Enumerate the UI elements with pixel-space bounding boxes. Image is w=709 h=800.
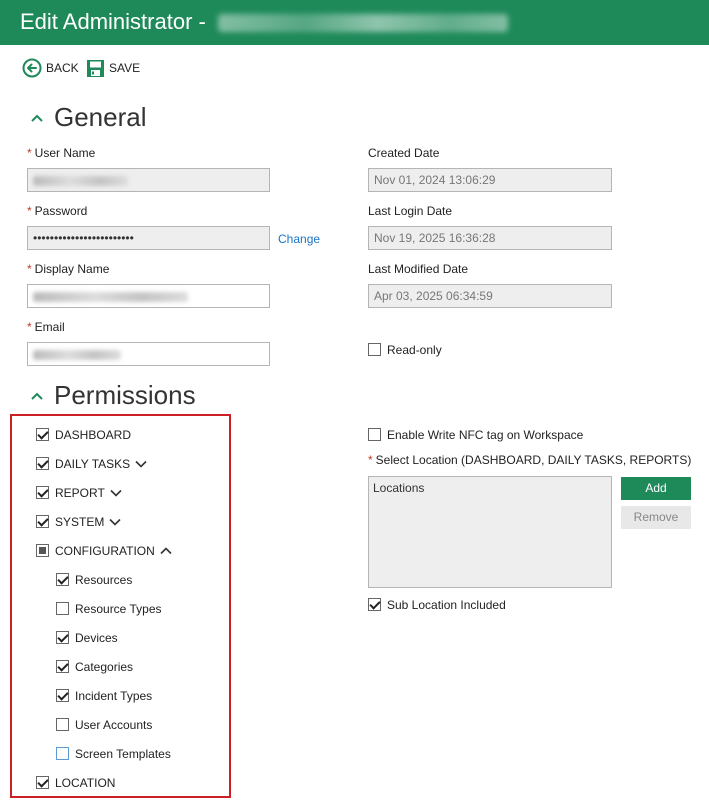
permission-checkbox-system[interactable]	[36, 515, 49, 528]
locations-header: Locations	[373, 481, 425, 495]
locations-listbox[interactable]: Locations	[368, 476, 612, 588]
save-floppy-icon	[87, 59, 104, 77]
password-label: * Password	[27, 204, 88, 218]
permission-label-devices: Devices	[75, 631, 118, 645]
permission-label-dashboard: DASHBOARD	[55, 428, 132, 442]
back-button[interactable]: BACK	[22, 56, 79, 80]
general-heading: General	[54, 102, 147, 132]
display-name-label: * Display Name	[27, 262, 110, 276]
add-location-button[interactable]: Add	[621, 477, 691, 500]
title-bar: Edit Administrator -	[0, 0, 709, 45]
select-location-label: * Select Location (DASHBOARD, DAILY TASKS…	[368, 453, 692, 467]
permission-checkbox-resources[interactable]	[56, 573, 69, 586]
chevron-up-icon	[31, 392, 43, 400]
back-arrow-icon	[22, 58, 42, 78]
display-name-field[interactable]	[27, 284, 270, 308]
permission-checkbox-dashboard[interactable]	[36, 428, 49, 441]
permission-label-system[interactable]: SYSTEM	[55, 515, 121, 529]
created-date-field: Nov 01, 2024 13:06:29	[368, 168, 612, 192]
permission-checkbox-resource-types[interactable]	[56, 602, 69, 615]
permission-label-configuration[interactable]: CONFIGURATION	[55, 544, 172, 558]
chevron-down-icon[interactable]	[135, 460, 147, 468]
last-login-field: Nov 19, 2025 16:36:28	[368, 226, 612, 250]
change-password-link[interactable]: Change	[278, 232, 320, 246]
permission-label-daily-tasks[interactable]: DAILY TASKS	[55, 457, 147, 471]
permission-checkbox-screen-templates[interactable]	[56, 747, 69, 760]
redacted-value	[33, 291, 188, 302]
email-label: * Email	[27, 320, 65, 334]
nfc-label: Enable Write NFC tag on Workspace	[387, 428, 584, 442]
permission-label-screen-templates: Screen Templates	[75, 747, 171, 761]
permission-checkbox-incident-types[interactable]	[56, 689, 69, 702]
permission-label-user-accounts: User Accounts	[75, 718, 153, 732]
permission-checkbox-user-accounts[interactable]	[56, 718, 69, 731]
permissions-section-toggle[interactable]: Permissions	[28, 380, 196, 411]
window-title: Edit Administrator -	[20, 9, 508, 35]
nfc-checkbox[interactable]	[368, 428, 381, 441]
permission-label-resource-types: Resource Types	[75, 602, 162, 616]
redacted-value	[33, 175, 128, 186]
permission-label-resources: Resources	[75, 573, 133, 587]
permission-checkbox-categories[interactable]	[56, 660, 69, 673]
chevron-up-icon	[31, 114, 43, 122]
permission-checkbox-location[interactable]	[36, 776, 49, 789]
permission-checkbox-daily-tasks[interactable]	[36, 457, 49, 470]
sub-location-checkbox[interactable]	[368, 598, 381, 611]
redacted-value	[33, 349, 121, 360]
chevron-up-icon[interactable]	[160, 547, 172, 555]
permission-label-incident-types: Incident Types	[75, 689, 153, 703]
back-label: BACK	[46, 61, 79, 75]
permission-checkbox-devices[interactable]	[56, 631, 69, 644]
user-name-label: * User Name	[27, 146, 96, 160]
email-field[interactable]	[27, 342, 270, 366]
password-field[interactable]: ••••••••••••••••••••••••	[27, 226, 270, 250]
remove-location-button[interactable]: Remove	[621, 506, 691, 529]
permission-checkbox-report[interactable]	[36, 486, 49, 499]
chevron-down-icon[interactable]	[109, 518, 121, 526]
sub-location-label: Sub Location Included	[387, 598, 506, 612]
window-title-text: Edit Administrator -	[20, 9, 212, 34]
readonly-label: Read-only	[387, 343, 442, 357]
save-label: SAVE	[109, 61, 141, 75]
general-section-toggle[interactable]: General	[28, 102, 147, 133]
last-login-label: Last Login Date	[368, 204, 453, 218]
permission-label-location: LOCATION	[55, 776, 116, 790]
permission-checkbox-configuration[interactable]	[36, 544, 49, 557]
permissions-heading: Permissions	[54, 380, 196, 410]
created-date-label: Created Date	[368, 146, 440, 160]
permission-label-categories: Categories	[75, 660, 134, 674]
chevron-down-icon[interactable]	[110, 489, 122, 497]
last-modified-field: Apr 03, 2025 06:34:59	[368, 284, 612, 308]
last-modified-label: Last Modified Date	[368, 262, 469, 276]
permission-label-report[interactable]: REPORT	[55, 486, 122, 500]
redacted-title	[217, 14, 508, 33]
save-button[interactable]: SAVE	[86, 56, 140, 80]
user-name-field[interactable]	[27, 168, 270, 192]
readonly-checkbox[interactable]	[368, 343, 381, 356]
